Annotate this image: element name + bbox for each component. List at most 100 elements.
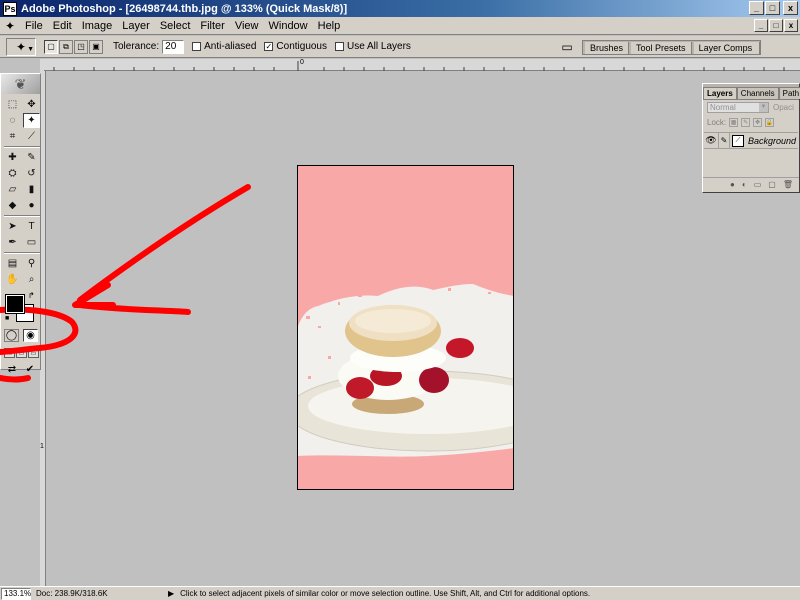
tool-separator — [4, 252, 40, 254]
blend-mode-select[interactable]: Normal ▼ — [707, 102, 769, 113]
tab-layers[interactable]: Layers — [703, 87, 737, 99]
gradient-tool-icon[interactable]: ▮ — [23, 182, 40, 197]
tab-channels[interactable]: Channels — [736, 87, 779, 99]
adjustment-layer-icon[interactable]: ◐ — [742, 180, 747, 189]
lock-position-icon[interactable]: ✥ — [753, 118, 763, 127]
subtract-from-selection-button[interactable]: ◳ — [74, 39, 88, 54]
zoom-field[interactable]: 133.1% — [1, 587, 31, 600]
file-browser-icon[interactable]: ▭ — [558, 39, 576, 55]
menu-view[interactable]: View — [230, 20, 264, 32]
maximize-button[interactable]: □ — [765, 1, 780, 15]
photoshop-window: Ps Adobe Photoshop - [26498744.thb.jpg @… — [0, 0, 800, 600]
notes-tool-icon[interactable]: ▤ — [4, 256, 21, 271]
crop-tool-icon[interactable]: ⌗ — [4, 129, 21, 144]
history-brush-tool-icon[interactable]: ↺ — [23, 166, 40, 181]
quick-mask-mode-button[interactable]: ◉ — [23, 329, 38, 342]
document-canvas[interactable] — [297, 165, 514, 490]
zoom-tool-icon[interactable]: ⌕ — [23, 272, 40, 287]
add-to-selection-button[interactable]: ⧉ — [59, 39, 73, 54]
status-message: Click to select adjacent pixels of simil… — [180, 589, 591, 598]
type-tool-icon[interactable]: T — [23, 219, 40, 234]
full-screen-menu-mode-icon[interactable]: ▭ — [16, 348, 27, 358]
dodge-tool-icon[interactable]: ● — [23, 198, 40, 213]
healing-brush-tool-icon[interactable]: ✚ — [4, 150, 21, 165]
contiguous-checkbox[interactable]: ✓ Contiguous — [264, 41, 327, 52]
new-selection-button[interactable]: ▢ — [44, 39, 58, 54]
checkbox-box[interactable] — [192, 42, 202, 51]
hand-tool-icon[interactable]: ✋ — [4, 272, 21, 287]
menu-window[interactable]: Window — [264, 20, 313, 32]
new-layer-icon[interactable]: ▢ — [768, 180, 776, 189]
jump-to-imageready-icon[interactable]: ⇄ — [4, 363, 20, 376]
eyedropper-tool-icon[interactable]: ⚲ — [23, 256, 40, 271]
delete-layer-icon[interactable]: 🗑 — [783, 180, 793, 189]
opacity-label: Opaci — [773, 103, 794, 112]
status-menu-arrow-icon[interactable]: ▶ — [168, 589, 174, 598]
lock-transparency-icon[interactable]: ▦ — [729, 118, 739, 127]
brush-icon[interactable]: ✎ — [718, 133, 730, 148]
color-swatches: ↱ ■ — [4, 291, 40, 325]
photoshop-app-icon[interactable]: Ps — [3, 1, 17, 16]
brush-tool-icon[interactable]: ✎ — [23, 150, 40, 165]
standard-mode-button[interactable]: ◯ — [4, 329, 19, 342]
menu-layer[interactable]: Layer — [117, 20, 155, 32]
new-set-icon[interactable]: ▭ — [754, 180, 762, 189]
palette-well: Brushes Tool Presets Layer Comps — [582, 40, 761, 55]
shape-tool-icon[interactable]: ▭ — [23, 235, 40, 250]
doc-restore-button[interactable]: □ — [769, 19, 783, 32]
swap-colors-icon[interactable]: ↱ — [28, 291, 35, 300]
eye-icon[interactable]: 👁 — [704, 135, 718, 146]
intersect-selection-button[interactable]: ▣ — [89, 39, 103, 54]
brushes-tab[interactable]: Brushes — [585, 42, 630, 54]
horizontal-ruler[interactable]: 0 — [44, 59, 800, 71]
imageready-icon[interactable]: ✔ — [22, 363, 38, 376]
menu-image[interactable]: Image — [77, 20, 118, 32]
minimize-button[interactable]: _ — [749, 1, 764, 15]
use-all-layers-checkbox[interactable]: Use All Layers — [335, 41, 411, 52]
layer-thumbnail: ⟋ — [732, 134, 744, 147]
tool-presets-tab[interactable]: Tool Presets — [631, 42, 692, 54]
menu-filter[interactable]: Filter — [195, 20, 229, 32]
ruler-label-zero: 0 — [300, 59, 304, 66]
menu-select[interactable]: Select — [155, 20, 196, 32]
toolbox: ❦ ⬚ ✥ ◌ ✦ ⌗ ⟋ ✚ ✎ ⛭ ↺ ▱ ▮ ◆ ● ➤ T ✒ ▭ ▤ ⚲ ✋ ⌕ ↱ ■ ◯ ◉ ▭ ▭ ▭ ⇄… — [0, 73, 41, 375]
magic-wand-icon[interactable]: ✦ — [3, 19, 17, 33]
lock-image-icon[interactable]: ✎ — [741, 118, 751, 127]
slice-tool-icon[interactable]: ⟋ — [23, 129, 40, 144]
doc-minimize-button[interactable]: _ — [754, 19, 768, 32]
doc-close-button[interactable]: x — [784, 19, 798, 32]
lock-all-icon[interactable]: 🔒 — [765, 118, 775, 127]
menu-edit[interactable]: Edit — [48, 20, 77, 32]
menu-help[interactable]: Help — [313, 20, 346, 32]
eraser-tool-icon[interactable]: ▱ — [4, 182, 21, 197]
default-colors-icon[interactable]: ■ — [5, 315, 9, 322]
clone-stamp-tool-icon[interactable]: ⛭ — [4, 166, 21, 181]
checkbox-box[interactable] — [335, 42, 344, 51]
tolerance-input[interactable]: 20 — [162, 39, 185, 54]
layer-style-icon[interactable]: ● — [730, 180, 735, 189]
checkbox-checked-icon[interactable]: ✓ — [264, 42, 274, 51]
standard-screen-mode-icon[interactable]: ▭ — [4, 348, 15, 358]
tab-paths[interactable]: Path — [778, 87, 800, 99]
arrow-head — [72, 282, 116, 308]
path-selection-tool-icon[interactable]: ➤ — [4, 219, 21, 234]
layer-row-background[interactable]: 👁 ✎ ⟋ Background — [704, 132, 798, 149]
lock-label: Lock: — [707, 118, 727, 127]
tool-preset-picker[interactable]: ✦ ▼ — [6, 37, 36, 56]
move-tool-icon[interactable]: ✥ — [23, 97, 40, 112]
foreground-color-swatch[interactable] — [5, 294, 25, 314]
dropdown-arrow-icon: ▼ — [27, 45, 34, 53]
close-button[interactable]: x — [783, 1, 798, 15]
tool-separator — [4, 146, 40, 148]
lasso-tool-icon[interactable]: ◌ — [4, 113, 21, 128]
blur-tool-icon[interactable]: ◆ — [4, 198, 21, 213]
marquee-tool-icon[interactable]: ⬚ — [4, 97, 21, 112]
anti-aliased-checkbox[interactable]: Anti-aliased — [192, 41, 256, 52]
menu-file[interactable]: File — [20, 20, 48, 32]
layer-comps-tab[interactable]: Layer Comps — [693, 42, 760, 54]
full-screen-mode-icon[interactable]: ▭ — [28, 348, 39, 358]
layer-name[interactable]: Background — [748, 136, 796, 146]
adobe-online-feather-icon[interactable]: ❦ — [1, 74, 40, 94]
magic-wand-tool-icon[interactable]: ✦ — [23, 113, 40, 128]
pen-tool-icon[interactable]: ✒ — [4, 235, 21, 250]
